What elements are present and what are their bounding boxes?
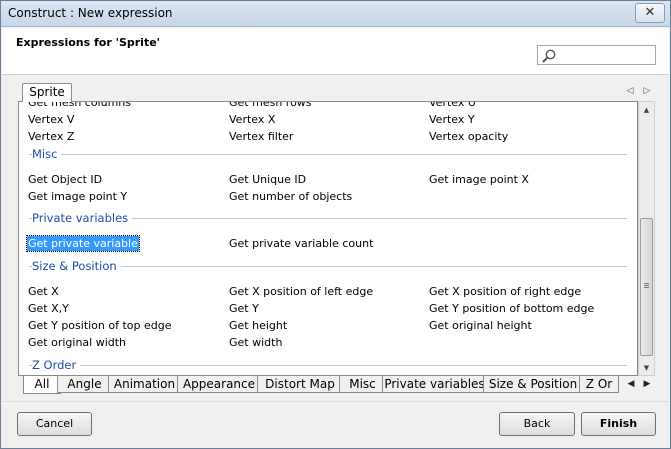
section-divider: [29, 154, 627, 155]
expression-item[interactable]: Vertex filter: [228, 129, 294, 144]
category-tab[interactable]: All: [23, 376, 61, 394]
header-title: Expressions for 'Sprite': [16, 36, 161, 49]
category-tab[interactable]: Misc: [339, 376, 386, 393]
scroll-grip: [644, 283, 649, 284]
category-tabs: All Angle Animation Appearance Distort Map Mi…: [18, 376, 638, 394]
expression-item[interactable]: Get image point Y: [27, 189, 128, 204]
expression-item[interactable]: Get mesh columns: [27, 102, 132, 110]
category-tab[interactable]: Z Or: [579, 376, 619, 393]
expression-list: Get mesh columns Get mesh rows Vertex U Ver…: [18, 101, 638, 376]
expression-item[interactable]: Vertex Z: [27, 129, 75, 144]
expression-item[interactable]: Get Y: [228, 301, 260, 316]
category-tab[interactable]: Private variables: [382, 376, 487, 393]
tab-next-icon[interactable]: ▷: [641, 85, 653, 97]
expression-item[interactable]: Get original width: [27, 335, 127, 350]
window-title: Construct : New expression: [8, 6, 173, 20]
footer-divider: [2, 401, 669, 402]
expression-item[interactable]: Get X: [27, 284, 60, 299]
back-button[interactable]: Back: [499, 412, 575, 436]
category-tab[interactable]: Animation: [108, 376, 181, 393]
scroll-up-icon[interactable]: ▲: [639, 103, 654, 117]
search-input[interactable]: [559, 47, 653, 63]
expression-item[interactable]: Get Y position of top edge: [27, 318, 173, 333]
scroll-thumb[interactable]: [640, 218, 653, 356]
expression-item[interactable]: Get original height: [428, 318, 533, 333]
expression-item[interactable]: Vertex V: [27, 112, 75, 127]
category-tab[interactable]: Appearance: [177, 376, 261, 393]
expression-item[interactable]: Get X position of right edge: [428, 284, 582, 299]
expression-item[interactable]: Get private variable count: [228, 236, 374, 251]
expression-item[interactable]: Vertex opacity: [428, 129, 509, 144]
tab-sprite[interactable]: Sprite: [22, 83, 72, 102]
expression-item[interactable]: Vertex U: [428, 102, 477, 110]
section-title: Misc: [32, 147, 62, 162]
expression-item[interactable]: Get X position of left edge: [228, 284, 374, 299]
category-tab[interactable]: Distort Map: [257, 376, 343, 393]
expression-item[interactable]: Get image point X: [428, 172, 530, 187]
dialog-header: Expressions for 'Sprite': [2, 28, 669, 75]
expression-item[interactable]: Get Y position of bottom edge: [428, 301, 595, 316]
tab-prev-icon[interactable]: ◁: [624, 85, 636, 97]
vertical-scrollbar[interactable]: ▲ ▼: [638, 101, 655, 376]
expression-item[interactable]: Get Object ID: [27, 172, 103, 187]
close-icon: ✕: [644, 5, 656, 20]
section-divider: [29, 365, 627, 366]
section-title: Size & Position: [32, 259, 121, 274]
expression-item[interactable]: Vertex Y: [428, 112, 476, 127]
expression-item[interactable]: Get Unique ID: [228, 172, 307, 187]
scroll-grip: [644, 285, 649, 286]
category-tab-next-icon[interactable]: ▶: [641, 378, 653, 390]
search-icon: [542, 49, 556, 63]
expression-item[interactable]: Get mesh rows: [228, 102, 313, 110]
scroll-grip: [644, 287, 649, 288]
section-title: Private variables: [32, 211, 133, 226]
expression-item[interactable]: Vertex X: [228, 112, 276, 127]
cancel-button[interactable]: Cancel: [17, 412, 92, 436]
search-box[interactable]: [537, 45, 656, 65]
close-button[interactable]: ✕: [635, 3, 665, 23]
category-tab-prev-icon[interactable]: ◀: [625, 378, 637, 390]
expression-item[interactable]: Get private variable: [26, 235, 140, 252]
expression-item[interactable]: Get width: [228, 335, 283, 350]
category-tab[interactable]: Size & Position: [483, 376, 583, 393]
dialog-window: Construct : New expression ✕ Expressions…: [0, 0, 671, 449]
expression-item[interactable]: Get number of objects: [228, 189, 353, 204]
expression-item[interactable]: Get height: [228, 318, 288, 333]
scroll-down-icon[interactable]: ▼: [639, 361, 654, 375]
category-tab[interactable]: Angle: [57, 376, 112, 393]
title-bar: Construct : New expression ✕: [1, 1, 670, 27]
section-title: Z Order: [32, 358, 81, 373]
finish-button[interactable]: Finish: [581, 412, 656, 436]
expression-item[interactable]: Get X,Y: [27, 301, 70, 316]
